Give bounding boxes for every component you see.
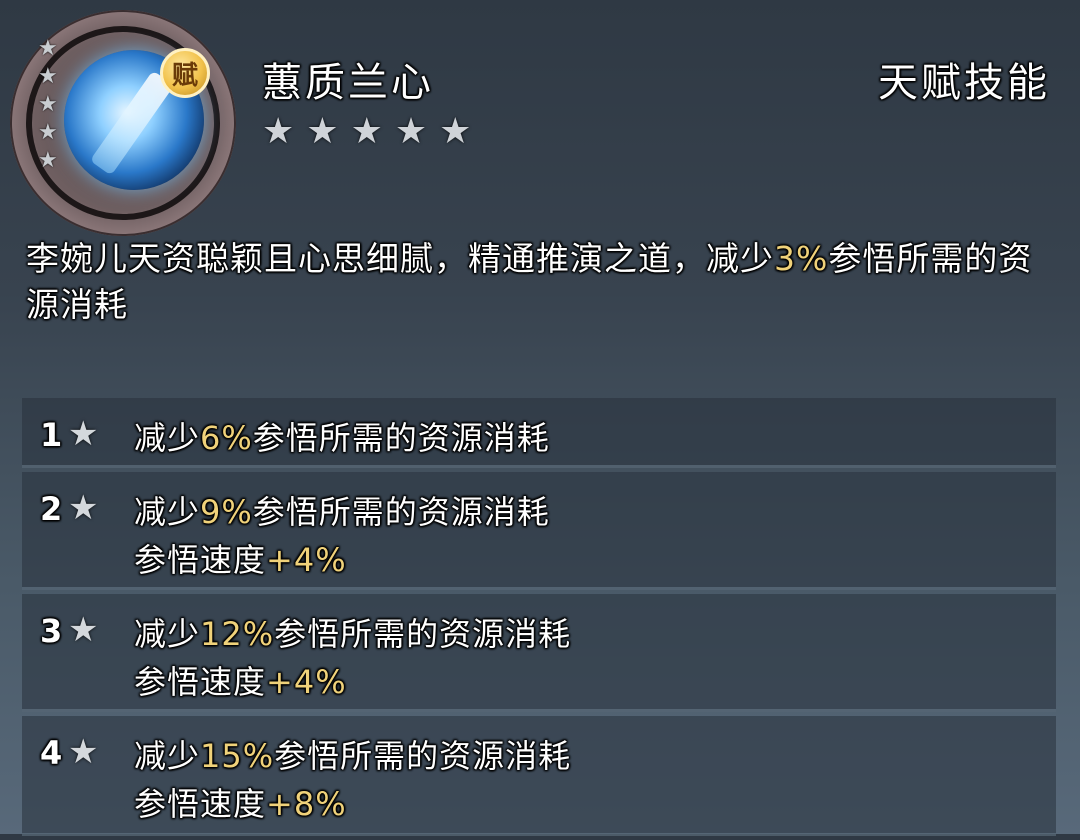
star-icon: ★ <box>306 111 339 152</box>
level-number: 2 <box>40 490 63 528</box>
star-rating: ★ ★ ★ ★ ★ <box>262 110 471 154</box>
icon-star-column: ★ ★ ★ ★ ★ <box>38 38 64 172</box>
star-icon: ★ <box>38 36 58 61</box>
effect-text: 减少 <box>134 615 201 653</box>
effect-line: 参悟速度+4% <box>134 536 550 584</box>
effect-line: 参悟速度+4% <box>134 658 571 706</box>
description-text: 李婉儿天资聪颖且心思细腻，精通推演之道，减少 <box>26 239 774 278</box>
star-icon: ★ <box>38 148 58 173</box>
effect-line: 减少9%参悟所需的资源消耗 <box>134 488 550 536</box>
skill-icon: ★ ★ ★ ★ ★ 赋 <box>8 10 238 236</box>
star-icon: ★ <box>68 732 99 772</box>
skill-description: 李婉儿天资聪颖且心思细腻，精通推演之道，减少3%参悟所需的资源消耗 <box>26 236 1066 328</box>
effect-value: +8% <box>266 785 347 823</box>
effect-text: 参悟所需的资源消耗 <box>274 615 572 653</box>
effect-line: 参悟速度+8% <box>134 780 571 828</box>
effect-text: 参悟所需的资源消耗 <box>252 419 550 457</box>
level-effect: 减少15%参悟所需的资源消耗 参悟速度+8% <box>134 732 571 828</box>
effect-value: 12% <box>200 615 275 653</box>
effect-text: 参悟速度 <box>134 541 267 579</box>
skill-name: 蕙质兰心 <box>262 60 434 106</box>
level-number: 3 <box>40 612 63 650</box>
effect-text: 参悟速度 <box>134 785 267 823</box>
star-icon: ★ <box>38 64 58 89</box>
star-icon: ★ <box>350 111 383 152</box>
level-row: 1 ★ 减少6%参悟所需的资源消耗 <box>22 398 1056 468</box>
level-row: 2 ★ 减少9%参悟所需的资源消耗 参悟速度+4% <box>22 472 1056 590</box>
effect-text: 减少 <box>134 493 201 531</box>
effect-line: 减少6%参悟所需的资源消耗 <box>134 414 550 462</box>
description-value: 3% <box>774 239 829 278</box>
effect-text: 参悟所需的资源消耗 <box>274 737 572 775</box>
effect-value: +4% <box>266 541 347 579</box>
star-icon: ★ <box>439 111 472 152</box>
star-icon: ★ <box>38 120 58 145</box>
effect-line: 减少15%参悟所需的资源消耗 <box>134 732 571 780</box>
effect-text: 参悟所需的资源消耗 <box>252 493 550 531</box>
star-icon: ★ <box>38 92 58 117</box>
level-effect: 减少9%参悟所需的资源消耗 参悟速度+4% <box>134 488 550 584</box>
level-effect: 减少6%参悟所需的资源消耗 <box>134 414 550 462</box>
effect-value: 9% <box>200 493 253 531</box>
effect-text: 减少 <box>134 737 201 775</box>
level-effect: 减少12%参悟所需的资源消耗 参悟速度+4% <box>134 610 571 706</box>
level-number: 1 <box>40 416 63 454</box>
level-number: 4 <box>40 734 63 772</box>
effect-value: +4% <box>266 663 347 701</box>
star-icon: ★ <box>394 111 428 152</box>
effect-text: 参悟速度 <box>134 663 267 701</box>
level-row: 4 ★ 减少15%参悟所需的资源消耗 参悟速度+8% <box>22 716 1056 836</box>
level-list[interactable]: 1 ★ 减少6%参悟所需的资源消耗 2 ★ 减少9%参悟所需的资源消耗 参悟速度… <box>22 398 1056 840</box>
effect-line: 减少12%参悟所需的资源消耗 <box>134 610 571 658</box>
talent-badge: 赋 <box>160 48 210 98</box>
effect-text: 减少 <box>134 419 201 457</box>
star-icon: ★ <box>68 610 99 650</box>
effect-value: 15% <box>200 737 275 775</box>
skill-type: 天赋技能 <box>878 60 1050 106</box>
effect-value: 6% <box>200 419 253 457</box>
star-icon: ★ <box>68 488 99 528</box>
star-icon: ★ <box>68 414 99 454</box>
level-row: 3 ★ 减少12%参悟所需的资源消耗 参悟速度+4% <box>22 594 1056 712</box>
star-icon: ★ <box>262 111 295 152</box>
